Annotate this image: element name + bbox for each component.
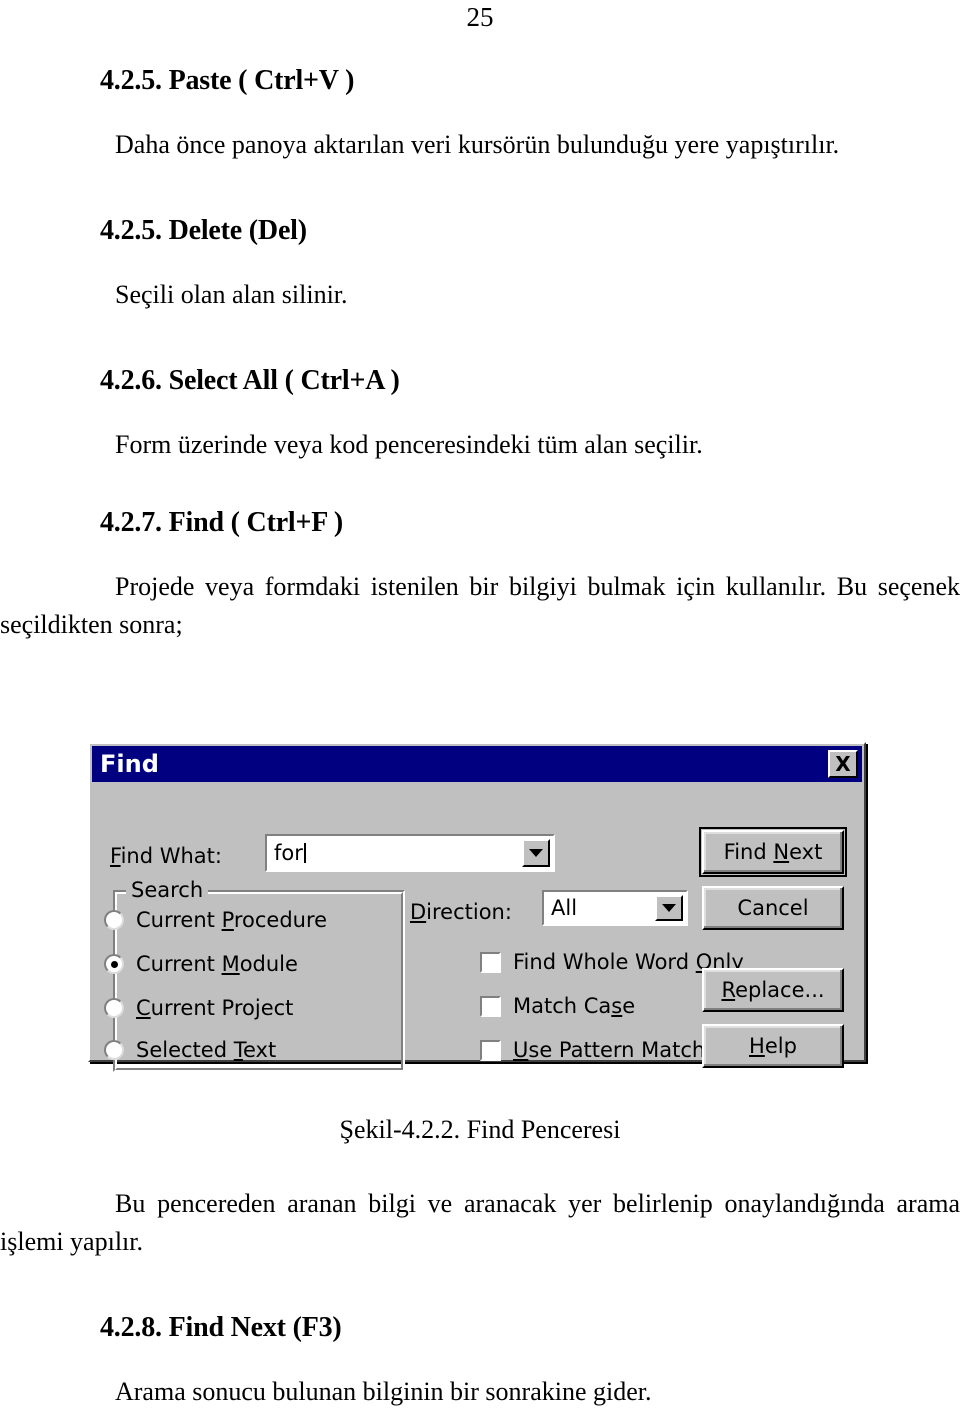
document-body-tail: Bu pencereden aranan bilgi ve aranacak y… bbox=[0, 1185, 960, 1411]
dialog-client-area: Find What: for Search Current Procedure … bbox=[90, 782, 864, 1072]
page-number: 25 bbox=[466, 2, 494, 32]
radio-current-project[interactable]: Current Project bbox=[104, 996, 293, 1020]
radio-label-accel: T bbox=[233, 1038, 243, 1062]
radio-icon[interactable] bbox=[104, 910, 124, 930]
direction-label-accel: D bbox=[410, 900, 427, 924]
radio-label-post: odule bbox=[239, 952, 298, 976]
help-button[interactable]: Help bbox=[702, 1024, 844, 1068]
button-label-pre: Cancel bbox=[737, 896, 809, 920]
checkbox-label-pre: Match Ca bbox=[513, 994, 612, 1018]
find-what-label-rest: ind What: bbox=[120, 844, 222, 868]
direction-dropdown-button[interactable] bbox=[655, 895, 683, 921]
paragraph-find-next: Arama sonucu bulunan bilginin bir sonrak… bbox=[115, 1377, 652, 1406]
checkbox-label-post: e bbox=[622, 994, 636, 1018]
radio-selected-text[interactable]: Selected Text bbox=[104, 1038, 276, 1062]
text-caret bbox=[303, 843, 306, 863]
paragraph-find: Projede veya formdaki istenilen bir bilg… bbox=[0, 572, 960, 639]
chevron-down-icon bbox=[662, 904, 676, 912]
button-label-accel: H bbox=[749, 1034, 765, 1058]
radio-label: Selected Text bbox=[136, 1038, 276, 1062]
radio-label: Current Project bbox=[136, 996, 293, 1020]
checkbox-match-case[interactable]: Match Case bbox=[480, 994, 635, 1018]
radio-label-pre: Current bbox=[136, 908, 222, 932]
find-what-value: for bbox=[274, 841, 303, 865]
document-body: 4.2.5. Paste ( Ctrl+V ) Daha önce panoya… bbox=[0, 62, 960, 644]
radio-icon[interactable] bbox=[104, 998, 124, 1018]
find-what-label-accel: F bbox=[110, 844, 121, 868]
find-what-combobox[interactable]: for bbox=[265, 834, 555, 872]
button-label-pre: Find bbox=[723, 840, 774, 864]
radio-selected-dot bbox=[110, 960, 118, 968]
button-label-accel: N bbox=[773, 840, 790, 864]
paragraph-select-all: Form üzerinde veya kod penceresindeki tü… bbox=[115, 430, 703, 459]
paragraph-delete: Seçili olan alan silinir. bbox=[115, 280, 348, 309]
find-what-input[interactable]: for bbox=[267, 836, 522, 870]
cancel-button[interactable]: Cancel bbox=[702, 886, 844, 930]
heading-4-2-5-paste: 4.2.5. Paste ( Ctrl+V ) bbox=[100, 65, 355, 96]
dialog-title: Find bbox=[100, 750, 159, 778]
radio-label-pre: Current bbox=[136, 952, 222, 976]
radio-icon[interactable] bbox=[104, 954, 124, 974]
paragraph-find-window-usage: Bu pencereden aranan bilgi ve aranacak y… bbox=[0, 1189, 960, 1256]
radio-label-pre: Selected bbox=[136, 1038, 234, 1062]
radio-label-accel: P bbox=[221, 908, 234, 932]
heading-4-2-5-delete: 4.2.5. Delete (Del) bbox=[100, 215, 307, 246]
heading-4-2-7-find: 4.2.7. Find ( Ctrl+F ) bbox=[100, 507, 344, 538]
button-label-post: ext bbox=[789, 840, 823, 864]
radio-label: Current Module bbox=[136, 952, 298, 976]
direction-label: Direction: bbox=[410, 900, 512, 924]
direction-value[interactable]: All bbox=[544, 892, 655, 924]
close-icon[interactable]: X bbox=[828, 750, 858, 778]
button-label-post: elp bbox=[764, 1034, 797, 1058]
paragraph-paste: Daha önce panoya aktarılan veri kursörün… bbox=[115, 130, 840, 159]
button-label: Replace... bbox=[721, 978, 824, 1002]
direction-combobox[interactable]: All bbox=[542, 890, 688, 926]
find-what-label: Find What: bbox=[110, 844, 222, 868]
direction-label-rest: irection: bbox=[426, 900, 512, 924]
radio-label-accel: C bbox=[136, 996, 151, 1020]
replace-button[interactable]: Replace... bbox=[702, 968, 844, 1012]
radio-icon[interactable] bbox=[104, 1040, 124, 1060]
button-label: Find Next bbox=[724, 840, 823, 864]
button-label-accel: R bbox=[721, 978, 736, 1002]
button-label: Cancel bbox=[737, 896, 808, 920]
radio-label-accel: M bbox=[221, 952, 240, 976]
radio-label: Current Procedure bbox=[136, 908, 327, 932]
checkbox-use-pattern-matching[interactable]: Use Pattern Matching bbox=[480, 1038, 738, 1062]
find-what-dropdown-button[interactable] bbox=[522, 839, 550, 867]
figure-caption: Şekil-4.2.2. Find Penceresi bbox=[339, 1115, 621, 1144]
radio-current-procedure[interactable]: Current Procedure bbox=[104, 908, 327, 932]
heading-4-2-6-select-all: 4.2.6. Select All ( Ctrl+A ) bbox=[100, 365, 400, 396]
heading-4-2-8-find-next: 4.2.8. Find Next (F3) bbox=[100, 1312, 342, 1343]
find-next-button[interactable]: Find Next bbox=[699, 827, 847, 877]
button-label: Help bbox=[749, 1034, 797, 1058]
dialog-title-bar[interactable]: Find X bbox=[92, 746, 862, 782]
radio-label-post: urrent Project bbox=[150, 996, 294, 1020]
button-label-post: eplace... bbox=[735, 978, 825, 1002]
checkbox-label: Match Case bbox=[513, 994, 635, 1018]
checkbox-label-accel: U bbox=[513, 1038, 529, 1062]
checkbox-icon[interactable] bbox=[480, 1039, 501, 1061]
checkbox-icon[interactable] bbox=[480, 951, 501, 973]
radio-label-post: ext bbox=[242, 1038, 277, 1062]
chevron-down-icon bbox=[529, 849, 543, 857]
radio-current-module[interactable]: Current Module bbox=[104, 952, 298, 976]
radio-label-post: rocedure bbox=[233, 908, 328, 932]
checkbox-label-pre: Find Whole Word bbox=[513, 950, 696, 974]
find-dialog[interactable]: Find X Find What: for Search Current Pro… bbox=[88, 742, 866, 1072]
search-groupbox-title: Search bbox=[126, 878, 209, 902]
checkbox-label-accel: s bbox=[611, 994, 623, 1018]
checkbox-icon[interactable] bbox=[480, 995, 501, 1017]
